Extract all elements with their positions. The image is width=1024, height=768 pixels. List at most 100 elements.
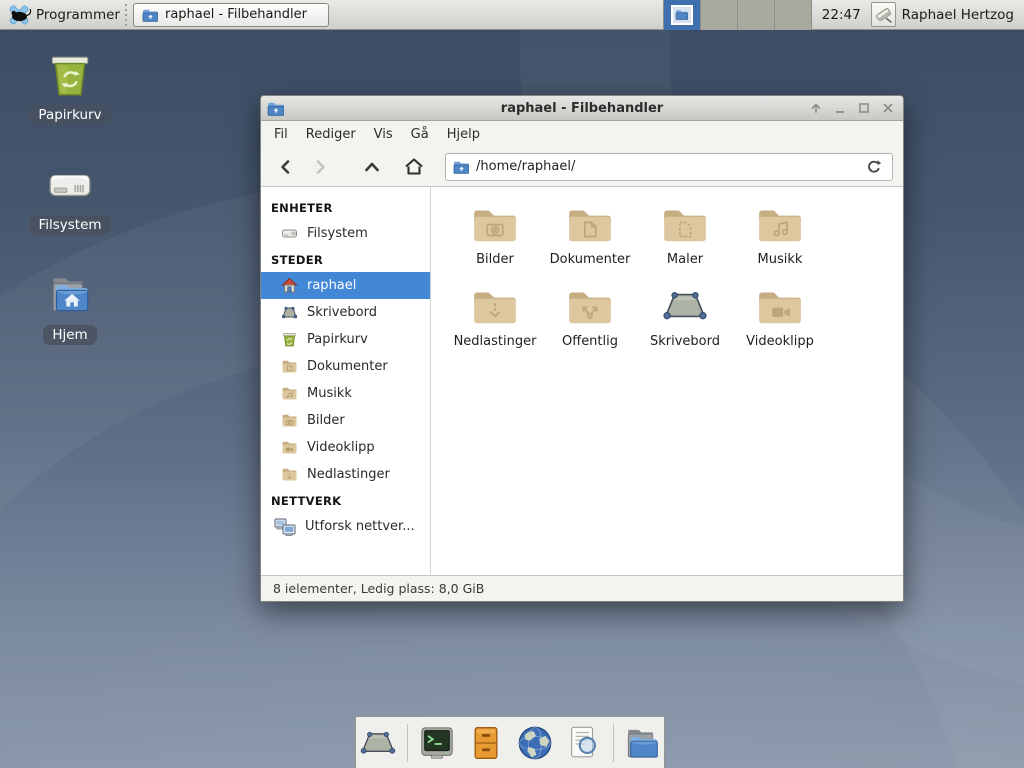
sidebar-item-label: Dokumenter <box>307 359 388 374</box>
window-titlebar[interactable]: raphael - Filbehandler <box>261 96 903 121</box>
desktop-icon-trash[interactable]: Papirkurv <box>18 50 122 125</box>
folder-download-emblem-icon <box>470 283 520 329</box>
sidebar-item-skrivebord[interactable]: Skrivebord <box>261 299 430 326</box>
show-desktop-icon <box>358 726 398 760</box>
sidebar-item-filesystem[interactable]: Filsystem <box>261 220 430 247</box>
dock-file-cabinet-button[interactable] <box>466 723 506 763</box>
sidebar-item-label: raphael <box>307 278 356 293</box>
reload-button[interactable] <box>863 156 885 178</box>
sidebar-header-network: NETTVERK <box>261 488 430 513</box>
panel-separator-handle <box>123 4 130 26</box>
menu-hjelp[interactable]: Hjelp <box>438 123 489 146</box>
folder-video-emblem-icon <box>755 283 805 329</box>
dock-folder-button[interactable] <box>623 723 663 763</box>
workspace-2[interactable] <box>701 0 738 30</box>
sidebar-item-raphael[interactable]: raphael <box>261 272 430 299</box>
file-item-dokumenter[interactable]: Dokumenter <box>544 201 636 267</box>
file-name: Maler <box>667 252 703 267</box>
file-item-offentlig[interactable]: Offentlig <box>544 283 636 349</box>
bottom-dock <box>355 716 665 768</box>
folder-camera-emblem-icon <box>470 201 520 247</box>
taskbar-window-title: raphael - Filbehandler <box>165 7 307 22</box>
up-button[interactable] <box>357 152 387 182</box>
menu-vis[interactable]: Vis <box>365 123 402 146</box>
terminal-icon <box>418 724 456 762</box>
file-name: Bilder <box>476 252 514 267</box>
sidebar-item-label: Nedlastinger <box>307 467 390 482</box>
dock-search-button[interactable] <box>564 723 604 763</box>
folder-videos-icon <box>281 439 298 456</box>
sidebar-item-papirkurv[interactable]: Papirkurv <box>261 326 430 353</box>
menu-ga[interactable]: Gå <box>402 123 438 146</box>
path-input[interactable]: /home/raphael/ <box>476 159 856 174</box>
sidebar-item-bilder[interactable]: Bilder <box>261 407 430 434</box>
file-name: Musikk <box>758 252 803 267</box>
dock-web-browser-button[interactable] <box>515 723 555 763</box>
sidebar-item-videoklipp[interactable]: Videoklipp <box>261 434 430 461</box>
sidebar-item-musikk[interactable]: Musikk <box>261 380 430 407</box>
window-content: ENHETER Filsystem STEDER raphael <box>261 187 903 575</box>
file-item-skrivebord[interactable]: Skrivebord <box>639 283 731 349</box>
file-item-videoklipp[interactable]: Videoklipp <box>734 283 826 349</box>
maximize-button[interactable] <box>855 100 873 116</box>
panel-clock[interactable]: 22:47 <box>822 7 861 23</box>
close-button[interactable] <box>879 100 897 116</box>
taskbar-window-button[interactable]: raphael - Filbehandler <box>133 3 329 27</box>
menu-rediger[interactable]: Rediger <box>297 123 365 146</box>
sidebar-header-devices: ENHETER <box>261 195 430 220</box>
forward-button[interactable] <box>305 152 335 182</box>
top-panel: Programmer raphael - Filbehandler 22:47 <box>0 0 1024 30</box>
sidebar-item-dokumenter[interactable]: Dokumenter <box>261 353 430 380</box>
sidebar-item-nedlastinger[interactable]: Nedlastinger <box>261 461 430 488</box>
dock-show-desktop-button[interactable] <box>358 723 398 763</box>
minimize-button[interactable] <box>831 100 849 116</box>
xfce-menu-icon[interactable] <box>6 3 32 27</box>
sidebar-item-label: Bilder <box>307 413 345 428</box>
session-button[interactable] <box>871 2 896 27</box>
desktop-icon-home[interactable]: Hjem <box>18 270 122 345</box>
home-button[interactable] <box>399 152 429 182</box>
desktop-icon-filesystem[interactable]: Filsystem <box>18 160 122 235</box>
file-name: Offentlig <box>562 334 618 349</box>
desktop-icon <box>281 304 298 321</box>
sidebar-item-label: Papirkurv <box>307 332 368 347</box>
harddrive-icon <box>45 160 95 210</box>
file-item-nedlastinger[interactable]: Nedlastinger <box>449 283 541 349</box>
file-view[interactable]: Bilder Dokumenter <box>431 187 903 575</box>
back-button[interactable] <box>271 152 301 182</box>
file-grid: Bilder Dokumenter <box>449 201 903 349</box>
sidebar-item-label: Utforsk nettver... <box>305 519 415 534</box>
home-folder-icon <box>45 270 95 320</box>
dock-terminal-button[interactable] <box>417 723 457 763</box>
file-item-bilder[interactable]: Bilder <box>449 201 541 267</box>
home-icon <box>281 277 298 294</box>
location-bar[interactable]: /home/raphael/ <box>445 153 893 181</box>
workspace-switcher <box>663 0 812 30</box>
folder-music-emblem-icon <box>755 201 805 247</box>
file-name: Videoklipp <box>746 334 814 349</box>
window-controls <box>807 100 897 116</box>
workspace-mini-window <box>671 5 693 25</box>
desktop-icon-label: Papirkurv <box>29 105 110 125</box>
folder-document-emblem-icon <box>565 201 615 247</box>
search-document-icon <box>565 724 603 762</box>
applications-menu-label[interactable]: Programmer <box>36 7 120 23</box>
toolbar: /home/raphael/ <box>261 147 903 187</box>
sidebar-item-label: Videoklipp <box>307 440 375 455</box>
file-manager-window: raphael - Filbehandler Fil Rediger Vis G… <box>260 95 904 602</box>
user-name[interactable]: Raphael Hertzog <box>902 7 1014 23</box>
file-item-maler[interactable]: Maler <box>639 201 731 267</box>
sidebar: ENHETER Filsystem STEDER raphael <box>261 187 431 575</box>
file-item-musikk[interactable]: Musikk <box>734 201 826 267</box>
menu-fil[interactable]: Fil <box>265 123 297 146</box>
folder-documents-icon <box>281 358 298 375</box>
sidebar-item-network-browse[interactable]: Utforsk nettver... <box>261 513 430 540</box>
folder-pictures-icon <box>281 412 298 429</box>
workspace-4[interactable] <box>775 0 812 30</box>
network-icon <box>274 517 296 537</box>
blue-folder-icon <box>142 8 158 22</box>
workspace-1[interactable] <box>664 0 701 30</box>
workspace-3[interactable] <box>738 0 775 30</box>
window-folder-icon <box>267 101 284 116</box>
shade-button[interactable] <box>807 100 825 116</box>
